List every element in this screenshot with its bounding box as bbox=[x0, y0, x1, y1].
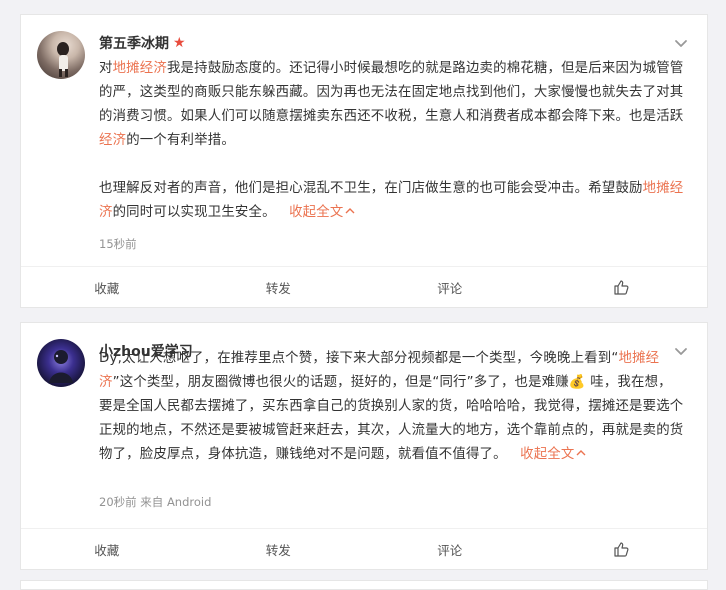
comment-button[interactable]: 评论 bbox=[364, 529, 536, 569]
favorite-button[interactable]: 收藏 bbox=[21, 529, 193, 569]
favorite-button[interactable]: 收藏 bbox=[21, 267, 193, 307]
repost-button[interactable]: 转发 bbox=[193, 267, 365, 307]
like-button[interactable] bbox=[536, 529, 708, 569]
topic-link[interactable]: 经济 bbox=[99, 133, 126, 148]
repost-button[interactable]: 转发 bbox=[193, 529, 365, 569]
post-text: Dy,太让人想呕了，在推荐里点个赞，接下来大部分视频都是一个类型，今晚晚上看到“ bbox=[99, 351, 619, 366]
post-meta: 15秒前 bbox=[99, 237, 137, 251]
thumbs-up-icon bbox=[614, 542, 629, 557]
post-meta: 20秒前 来自 Android bbox=[99, 495, 212, 509]
post-text: 我是持鼓励态度的。还记得小时候最想吃的就是路边卖的棉花糖，但是后来因为城管管的严… bbox=[99, 61, 684, 124]
thumbs-up-icon bbox=[614, 280, 629, 295]
post-text: 对 bbox=[99, 61, 113, 76]
post-text: ”这个类型，朋友圈微博也很火的话题，挺好的，但是“同行”多了，也是难赚💰 哇，我… bbox=[99, 375, 684, 462]
collapse-link[interactable]: 收起全文 bbox=[285, 205, 356, 220]
post-text: 的同时可以实现卫生安全。 bbox=[112, 205, 276, 220]
like-button[interactable] bbox=[536, 267, 708, 307]
chevron-up-icon bbox=[345, 208, 355, 214]
post-card-partial bbox=[20, 580, 708, 590]
post-text: 也理解反对者的声音，他们是担心混乱不卫生，在门店做生意的也可能会受冲击。希望鼓励 bbox=[99, 181, 643, 196]
post-content: 对地摊经济我是持鼓励态度的。还记得小时候最想吃的就是路边卖的棉花糖，但是后来因为… bbox=[99, 57, 685, 225]
username[interactable]: 第五季冰期 ★ bbox=[99, 33, 186, 53]
post-text: 的一个有利举措。 bbox=[126, 133, 235, 148]
post-paragraph: 也理解反对者的声音，他们是担心混乱不卫生，在门店做生意的也可能会受冲击。希望鼓励… bbox=[99, 177, 685, 225]
avatar[interactable] bbox=[37, 31, 85, 79]
post-content: Dy,太让人想呕了，在推荐里点个赞，接下来大部分视频都是一个类型，今晚晚上看到“… bbox=[99, 347, 685, 467]
post-paragraph: 对地摊经济我是持鼓励态度的。还记得小时候最想吃的就是路边卖的棉花糖，但是后来因为… bbox=[99, 57, 685, 153]
star-badge-icon: ★ bbox=[173, 35, 186, 51]
post-paragraph: Dy,太让人想呕了，在推荐里点个赞，接下来大部分视频都是一个类型，今晚晚上看到“… bbox=[99, 347, 685, 467]
comment-button[interactable]: 评论 bbox=[364, 267, 536, 307]
chevron-down-icon[interactable] bbox=[673, 35, 689, 51]
action-bar: 收藏 转发 评论 bbox=[21, 266, 707, 307]
action-bar: 收藏 转发 评论 bbox=[21, 528, 707, 569]
post-card: 小zhou爱学习 Dy,太让人想呕了，在推荐里点个赞，接下来大部分视频都是一个类… bbox=[20, 322, 708, 570]
username-text[interactable]: 第五季冰期 bbox=[99, 33, 169, 53]
weibo-feed: 第五季冰期 ★ 对地摊经济我是持鼓励态度的。还记得小时候最想吃的就是路边卖的棉花… bbox=[0, 0, 726, 590]
avatar[interactable] bbox=[37, 339, 85, 387]
topic-link[interactable]: 地摊经济 bbox=[113, 61, 167, 76]
post-card: 第五季冰期 ★ 对地摊经济我是持鼓励态度的。还记得小时候最想吃的就是路边卖的棉花… bbox=[20, 14, 708, 308]
chevron-up-icon bbox=[576, 450, 586, 456]
collapse-link[interactable]: 收起全文 bbox=[516, 447, 587, 462]
